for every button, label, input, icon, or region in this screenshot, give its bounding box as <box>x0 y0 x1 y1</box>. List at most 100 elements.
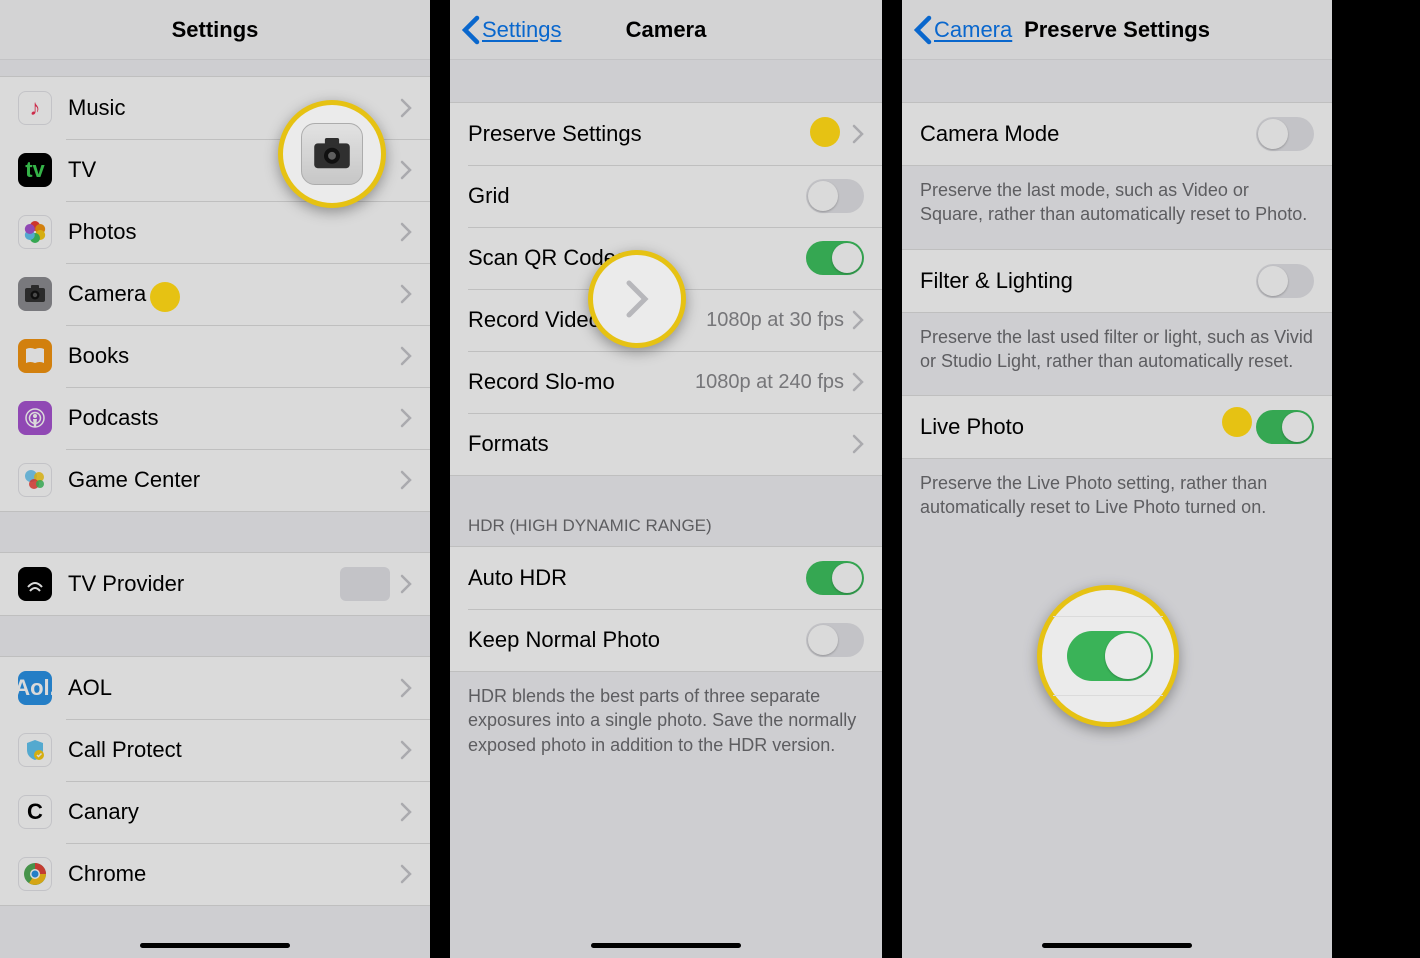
nav-bar: Settings <box>0 0 430 60</box>
chevron-right-icon <box>400 470 412 490</box>
screen-camera: Settings Camera Preserve Settings Grid S… <box>450 0 882 958</box>
home-indicator[interactable] <box>140 943 290 948</box>
section-header-hdr: HDR (HIGH DYNAMIC RANGE) <box>450 476 882 546</box>
toggle-auto-hdr[interactable] <box>806 561 864 595</box>
row-grid[interactable]: Grid <box>450 165 882 227</box>
back-label: Settings <box>482 17 562 43</box>
toggle-keep-normal[interactable] <box>806 623 864 657</box>
preserve-group-3: Live Photo <box>902 395 1332 459</box>
settings-group-thirdparty: Aol. AOL Call Protect C Canary Chrome <box>0 656 430 906</box>
row-label: Chrome <box>68 861 400 887</box>
nav-title: Preserve Settings <box>1024 17 1210 43</box>
row-label: Podcasts <box>68 405 400 431</box>
nav-title: Camera <box>626 17 707 43</box>
row-label: Grid <box>468 183 806 209</box>
chevron-right-icon <box>400 160 412 180</box>
row-label: Keep Normal Photo <box>468 627 806 653</box>
back-button[interactable]: Camera <box>914 0 1012 59</box>
highlight-dot <box>810 117 840 147</box>
section-footer-hdr: HDR blends the best parts of three separ… <box>450 672 882 757</box>
chevron-right-icon <box>852 372 864 392</box>
row-label: Call Protect <box>68 737 400 763</box>
row-gamecenter[interactable]: Game Center <box>0 449 430 511</box>
tv-icon: tv <box>18 153 52 187</box>
row-record-slomo[interactable]: Record Slo-mo 1080p at 240 fps <box>450 351 882 413</box>
chevron-right-icable <box>400 284 412 304</box>
chrome-icon <box>18 857 52 891</box>
photos-icon <box>18 215 52 249</box>
row-photos[interactable]: Photos <box>0 201 430 263</box>
row-podcasts[interactable]: Podcasts <box>0 387 430 449</box>
row-aol[interactable]: Aol. AOL <box>0 657 430 719</box>
provider-thumb <box>340 567 390 601</box>
footer-live-photo: Preserve the Live Photo setting, rather … <box>902 459 1332 520</box>
music-icon: ♪ <box>18 91 52 125</box>
camera-group-hdr: Auto HDR Keep Normal Photo <box>450 546 882 672</box>
row-keep-normal[interactable]: Keep Normal Photo <box>450 609 882 671</box>
canary-icon: C <box>18 795 52 829</box>
chevron-right-icon <box>400 864 412 884</box>
callout-chevron <box>588 250 686 348</box>
row-label: Canary <box>68 799 400 825</box>
row-camera[interactable]: Camera <box>0 263 430 325</box>
row-label: AOL <box>68 675 400 701</box>
home-indicator[interactable] <box>591 943 741 948</box>
row-label: Game Center <box>68 467 400 493</box>
row-label: TV Provider <box>68 571 340 597</box>
footer-camera-mode: Preserve the last mode, such as Video or… <box>902 166 1332 227</box>
row-label: Formats <box>468 431 852 457</box>
row-label: Camera <box>68 281 400 307</box>
chevron-right-icon <box>400 222 412 242</box>
highlight-dot <box>150 282 180 312</box>
footer-filter-lighting: Preserve the last used filter or light, … <box>902 313 1332 374</box>
row-value: 1080p at 240 fps <box>695 371 844 394</box>
aol-icon: Aol. <box>18 671 52 705</box>
chevron-right-icon <box>852 310 864 330</box>
row-label: Live Photo <box>920 414 1256 440</box>
row-live-photo[interactable]: Live Photo <box>902 396 1332 458</box>
chevron-right-icon <box>852 124 864 144</box>
books-icon <box>18 339 52 373</box>
highlight-dot <box>1222 407 1252 437</box>
row-filter-lighting[interactable]: Filter & Lighting <box>902 250 1332 312</box>
row-formats[interactable]: Formats <box>450 413 882 475</box>
chevron-right-icon <box>400 98 412 118</box>
row-books[interactable]: Books <box>0 325 430 387</box>
preserve-group-1: Camera Mode <box>902 102 1332 166</box>
gamecenter-icon <box>18 463 52 497</box>
toggle-live-photo[interactable] <box>1256 410 1314 444</box>
chevron-right-icon <box>400 678 412 698</box>
row-canary[interactable]: C Canary <box>0 781 430 843</box>
tvprovider-icon <box>18 567 52 601</box>
nav-title: Settings <box>172 17 259 43</box>
row-chrome[interactable]: Chrome <box>0 843 430 905</box>
row-tvprovider[interactable]: TV Provider <box>0 553 430 615</box>
toggle-grid[interactable] <box>806 179 864 213</box>
row-callprotect[interactable]: Call Protect <box>0 719 430 781</box>
back-label: Camera <box>934 17 1012 43</box>
row-label: Camera Mode <box>920 121 1256 147</box>
row-label: Auto HDR <box>468 565 806 591</box>
row-value: 1080p at 30 fps <box>706 309 844 332</box>
preserve-group-2: Filter & Lighting <box>902 249 1332 313</box>
callout-camera-icon <box>278 100 386 208</box>
row-camera-mode[interactable]: Camera Mode <box>902 103 1332 165</box>
toggle-scan-qr[interactable] <box>806 241 864 275</box>
row-auto-hdr[interactable]: Auto HDR <box>450 547 882 609</box>
nav-bar: Camera Preserve Settings <box>902 0 1332 60</box>
row-label: Filter & Lighting <box>920 268 1256 294</box>
row-label: Record Slo-mo <box>468 369 695 395</box>
callprotect-icon <box>18 733 52 767</box>
chevron-right-icon <box>852 434 864 454</box>
toggle-camera-mode[interactable] <box>1256 117 1314 151</box>
home-indicator[interactable] <box>1042 943 1192 948</box>
screen-preserve: Camera Preserve Settings Camera Mode Pre… <box>902 0 1332 958</box>
camera-icon <box>18 277 52 311</box>
nav-bar: Settings Camera <box>450 0 882 60</box>
callout-toggle-on <box>1037 585 1179 727</box>
chevron-right-icon <box>400 740 412 760</box>
screen-settings: Settings ♪ Music tv TV Photos Camera <box>0 0 430 958</box>
back-button[interactable]: Settings <box>462 0 562 59</box>
chevron-right-icon <box>400 346 412 366</box>
toggle-filter-lighting[interactable] <box>1256 264 1314 298</box>
